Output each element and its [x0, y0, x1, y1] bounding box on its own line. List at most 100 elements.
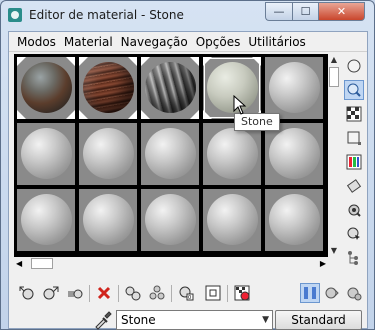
toolbar-separator	[89, 285, 90, 302]
hot-material-corner-icon	[66, 110, 75, 119]
background-checker-icon[interactable]	[344, 104, 364, 124]
window-title: Editor de material - Stone	[29, 8, 184, 22]
sample-slot[interactable]	[265, 189, 323, 251]
title-bar[interactable]: Editor de material - Stone — ☐ ✕	[1, 1, 374, 31]
menu-utilitarios[interactable]: Utilitários	[244, 32, 309, 52]
scroll-right-arrow-icon[interactable]: ▶	[320, 257, 326, 270]
scroll-down-arrow-icon[interactable]: ▼	[328, 245, 340, 257]
hot-material-corner-icon	[66, 57, 75, 66]
mouse-cursor-icon	[233, 95, 247, 115]
scroll-up-arrow-icon[interactable]: ▲	[328, 54, 340, 66]
hot-material-corner-icon	[17, 57, 26, 66]
eyedropper-icon[interactable]	[93, 310, 113, 330]
bottom-toolbar: 0	[17, 281, 362, 305]
go-forward-sibling-icon[interactable]	[322, 283, 342, 303]
hot-material-corner-icon	[252, 57, 261, 66]
hot-material-corner-icon	[79, 110, 88, 119]
reset-map-icon[interactable]	[94, 283, 114, 303]
hot-material-corner-icon	[190, 110, 199, 119]
backlight-icon[interactable]	[344, 80, 364, 100]
sample-type-icon[interactable]	[344, 56, 364, 76]
sample-slot[interactable]	[17, 189, 75, 251]
toolbar-separator	[118, 285, 119, 302]
sample-slot-active[interactable]	[203, 57, 261, 119]
menu-material[interactable]: Material	[60, 32, 117, 52]
material-sphere-preview	[83, 194, 134, 245]
hot-material-corner-icon	[128, 57, 137, 66]
toolbar-separator	[227, 285, 228, 302]
hot-material-corner-icon	[128, 110, 137, 119]
tooltip: Stone	[234, 113, 280, 131]
menu-opcoes[interactable]: Opções	[192, 32, 245, 52]
options-icon[interactable]	[344, 200, 364, 220]
material-sphere-preview	[207, 194, 258, 245]
sample-slots-grid	[14, 54, 328, 257]
select-by-material-icon[interactable]	[344, 224, 364, 244]
video-color-check-icon[interactable]	[344, 152, 364, 172]
material-sphere-preview	[269, 128, 320, 179]
material-editor-window: Editor de material - Stone — ☐ ✕ Modos M…	[0, 0, 375, 330]
material-sphere-preview	[145, 128, 196, 179]
sample-slot[interactable]	[79, 123, 137, 185]
sample-slot[interactable]	[203, 123, 261, 185]
hot-material-corner-icon	[141, 110, 150, 119]
hot-material-corner-icon	[203, 57, 212, 66]
menu-navegacao[interactable]: Navegação	[117, 32, 192, 52]
sample-slot[interactable]	[141, 123, 199, 185]
material-sphere-preview	[269, 194, 320, 245]
sample-slot[interactable]	[79, 189, 137, 251]
sample-slot[interactable]	[17, 57, 75, 119]
hot-material-corner-icon	[17, 110, 26, 119]
material-name-field[interactable]: Stone ▼	[116, 310, 273, 330]
sample-uv-tiling-icon[interactable]	[344, 128, 364, 148]
svg-text:0: 0	[188, 295, 191, 301]
menu-bar: Modos Material Navegação Opções Utilitár…	[9, 32, 367, 52]
menu-modos[interactable]: Modos	[13, 32, 60, 52]
toolbar-separator	[171, 285, 172, 302]
hot-material-corner-icon	[203, 110, 212, 119]
sample-slot[interactable]	[79, 57, 137, 119]
material-sphere-preview	[145, 194, 196, 245]
app-icon	[8, 8, 22, 22]
maximize-button[interactable]: ☐	[292, 2, 318, 21]
vertical-scrollbar[interactable]: ▲ ▼	[328, 54, 340, 257]
horizontal-scrollbar[interactable]: ◀ ▶	[14, 257, 328, 270]
put-to-scene-icon[interactable]	[41, 283, 61, 303]
material-id-channel-icon[interactable]: 0	[176, 283, 196, 303]
go-to-parent-icon[interactable]	[300, 283, 320, 303]
chevron-down-icon[interactable]: ▼	[262, 311, 269, 329]
material-sphere-preview	[207, 128, 258, 179]
material-name-value: Stone	[121, 313, 156, 327]
assign-to-selection-icon[interactable]	[65, 283, 85, 303]
put-to-library-icon[interactable]	[147, 283, 167, 303]
sample-slot[interactable]	[141, 189, 199, 251]
make-preview-icon[interactable]	[344, 176, 364, 196]
material-sphere-preview	[21, 62, 72, 113]
material-map-navigator-icon[interactable]	[344, 248, 364, 268]
material-sphere-preview	[269, 62, 320, 113]
horizontal-scroll-thumb[interactable]	[31, 258, 53, 269]
material-sphere-preview	[21, 194, 72, 245]
material-sphere-preview	[83, 62, 134, 113]
side-toolbar	[343, 54, 365, 274]
sample-slot[interactable]	[203, 189, 261, 251]
show-map-in-viewport-icon[interactable]	[203, 283, 223, 303]
vertical-scroll-thumb[interactable]	[329, 67, 339, 87]
hot-material-corner-icon	[190, 57, 199, 66]
hot-material-corner-icon	[79, 57, 88, 66]
material-type-button[interactable]: Standard	[275, 310, 362, 330]
minimize-button[interactable]: —	[265, 2, 292, 21]
material-sphere-preview	[145, 62, 196, 113]
sample-slot[interactable]	[141, 57, 199, 119]
sibling-navigator-icon[interactable]	[344, 283, 364, 303]
scroll-left-arrow-icon[interactable]: ◀	[16, 257, 22, 270]
show-end-result-icon[interactable]	[232, 283, 252, 303]
sample-slot[interactable]	[265, 123, 323, 185]
close-button[interactable]: ✕	[318, 2, 365, 21]
sample-slot[interactable]	[265, 57, 323, 119]
material-sphere-preview	[83, 128, 134, 179]
make-unique-icon[interactable]	[123, 283, 143, 303]
hot-material-corner-icon	[141, 57, 150, 66]
get-material-icon[interactable]	[17, 283, 37, 303]
sample-slot[interactable]	[17, 123, 75, 185]
